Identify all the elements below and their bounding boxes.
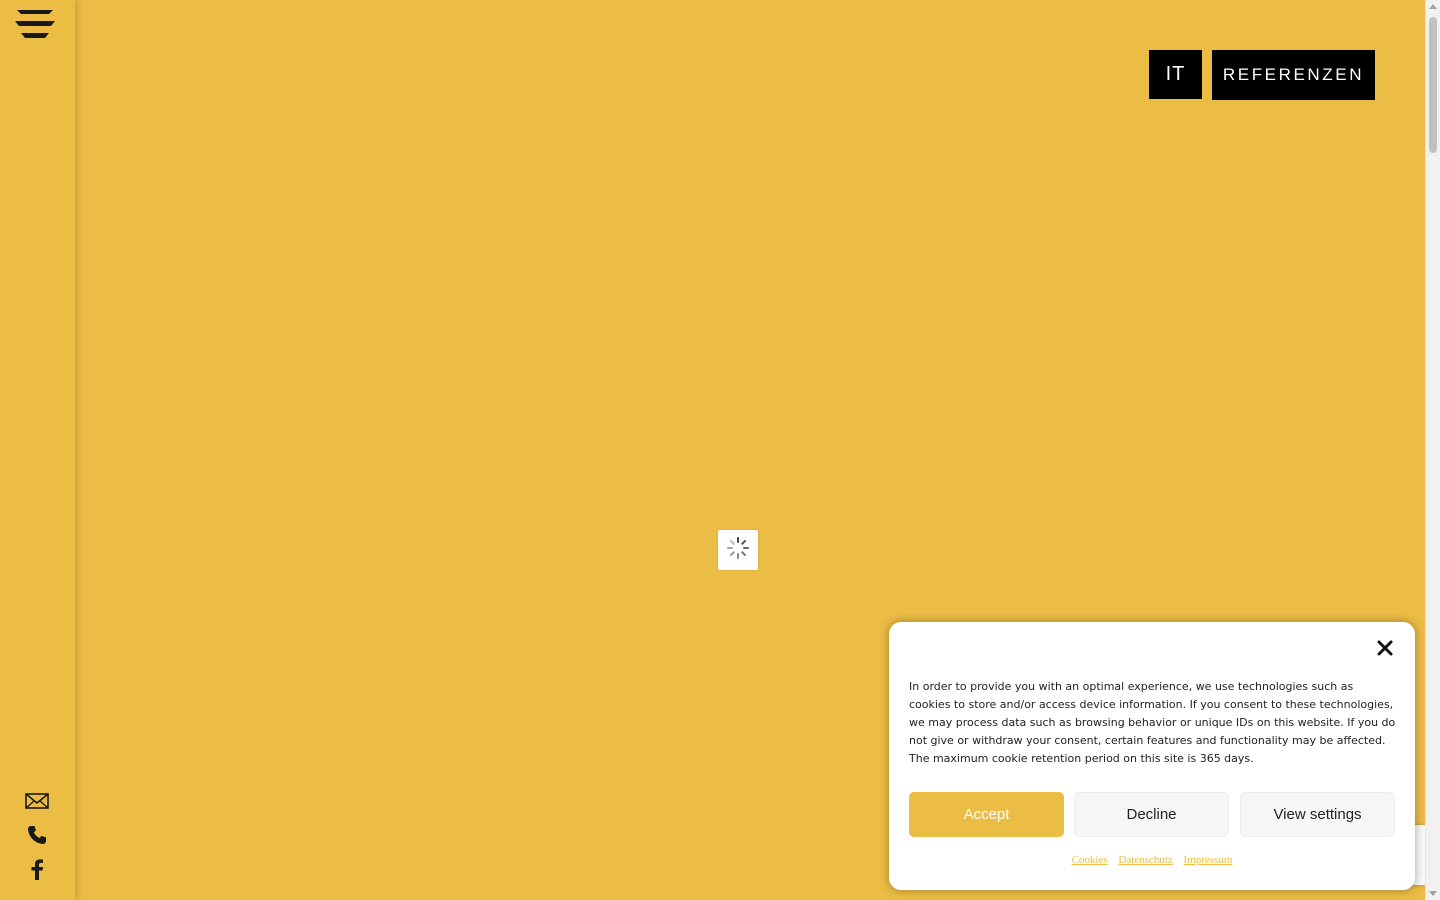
cookie-links: Cookies Datenschutz Impressum bbox=[889, 854, 1415, 866]
language-button[interactable]: IT bbox=[1149, 50, 1202, 99]
loading-indicator bbox=[718, 530, 758, 570]
cookie-consent-banner: In order to provide you with an optimal … bbox=[889, 622, 1415, 890]
close-icon[interactable] bbox=[1375, 638, 1395, 658]
sidebar-contact-icons bbox=[22, 792, 54, 891]
menu-button[interactable] bbox=[14, 8, 56, 40]
hamburger-menu-icon bbox=[14, 8, 56, 40]
view-settings-button[interactable]: View settings bbox=[1240, 792, 1395, 837]
scroll-down-icon[interactable] bbox=[1429, 891, 1437, 896]
accept-button[interactable]: Accept bbox=[909, 792, 1064, 837]
page-scrollbar[interactable] bbox=[1425, 0, 1440, 900]
decline-button[interactable]: Decline bbox=[1074, 792, 1229, 837]
mail-icon[interactable] bbox=[22, 792, 52, 820]
page: IT REFERENZEN In order to provide you wi… bbox=[0, 0, 1440, 900]
scroll-thumb[interactable] bbox=[1429, 17, 1437, 153]
impressum-link[interactable]: Impressum bbox=[1184, 854, 1233, 866]
references-button[interactable]: REFERENZEN bbox=[1212, 50, 1375, 100]
facebook-icon[interactable] bbox=[22, 858, 52, 886]
datenschutz-link[interactable]: Datenschutz bbox=[1118, 854, 1172, 866]
cookie-message: In order to provide you with an optimal … bbox=[909, 680, 1396, 765]
scroll-up-icon[interactable] bbox=[1429, 4, 1437, 9]
sidebar bbox=[0, 0, 75, 900]
spinner-icon bbox=[726, 536, 750, 564]
phone-icon[interactable] bbox=[22, 825, 52, 853]
cookies-link[interactable]: Cookies bbox=[1072, 854, 1108, 866]
